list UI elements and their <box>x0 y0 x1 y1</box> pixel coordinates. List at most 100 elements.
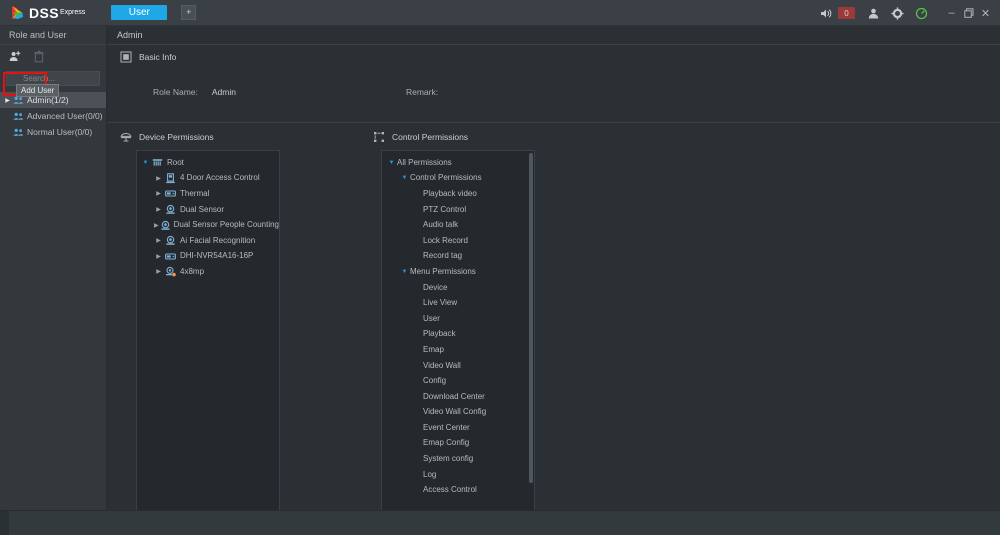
control-tree-node[interactable]: Config <box>382 373 534 389</box>
control-tree: ▼All Permissions▼Control PermissionsPlay… <box>382 151 534 498</box>
expand-caret-icon[interactable]: ▶ <box>153 237 164 244</box>
device-permissions-section-header: Device Permissions <box>107 127 372 147</box>
volume-icon[interactable] <box>816 4 834 22</box>
control-tree-node-label: Event Center <box>423 424 470 432</box>
role-name-label: Role Name: <box>153 87 198 97</box>
control-tree-node-label: All Permissions <box>397 159 452 167</box>
expand-caret-icon[interactable]: ▶ <box>153 222 160 229</box>
control-permissions-panel[interactable]: ▼All Permissions▼Control PermissionsPlay… <box>381 150 535 524</box>
permissions-headers: Device Permissions C <box>107 127 1000 147</box>
restore-button[interactable] <box>960 4 977 22</box>
sidebar-item-normal-user[interactable]: Normal User(0/0) <box>0 124 106 140</box>
control-tree-node[interactable]: Playback video <box>382 186 534 202</box>
expand-caret-icon[interactable]: ▶ <box>3 97 12 104</box>
device-tree-node[interactable]: ▶ Dual Sensor <box>137 202 279 218</box>
sidebar-item-label: Normal User(0/0) <box>27 127 92 137</box>
main-content: Admin Basic Info Role Name: Admin Remark… <box>107 26 1000 510</box>
dome-camera-icon <box>164 235 177 246</box>
expand-caret-icon[interactable]: ▶ <box>153 268 164 275</box>
control-tree-node[interactable]: Emap Config <box>382 436 534 452</box>
role-group-icon <box>12 127 25 138</box>
tab-bar: User + <box>111 5 196 20</box>
title-bar: DSS Express User + 0 <box>0 0 1000 26</box>
control-tree-node[interactable]: Audio talk <box>382 217 534 233</box>
control-tree-node[interactable]: Record tag <box>382 249 534 265</box>
control-tree-node[interactable]: PTZ Control <box>382 202 534 218</box>
control-tree-node-label: Config <box>423 377 446 385</box>
control-tree-node[interactable]: ▼All Permissions <box>382 155 534 171</box>
user-account-icon[interactable] <box>864 4 882 22</box>
expand-caret-icon[interactable]: ▶ <box>153 190 164 197</box>
status-bar-left-spacer <box>0 511 9 535</box>
control-tree-node[interactable]: ▼Menu Permissions <box>382 264 534 280</box>
device-tree-node[interactable]: ▶4x8mp <box>137 264 279 280</box>
device-tree-node[interactable]: ▶Thermal <box>137 186 279 202</box>
control-permissions-scrollbar[interactable] <box>529 153 533 483</box>
collapse-caret-icon[interactable]: ▼ <box>399 175 410 181</box>
dome-camera-icon <box>160 220 171 231</box>
device-tree-node[interactable]: ▶ DHI-NVR54A16-16P <box>137 249 279 265</box>
server-rack-icon <box>151 157 164 168</box>
minimize-button[interactable]: – <box>943 4 960 22</box>
breadcrumb: Admin <box>107 26 1000 45</box>
collapse-caret-icon[interactable]: ▼ <box>386 160 397 166</box>
expand-caret-icon[interactable]: ▶ <box>153 253 164 260</box>
control-tree-node[interactable]: Emap <box>382 342 534 358</box>
settings-gear-icon[interactable] <box>888 4 906 22</box>
device-tree-node-label: Ai Facial Recognition <box>180 237 255 245</box>
add-user-tooltip: Add User <box>16 84 59 97</box>
device-tree-node[interactable]: ▶ Ai Facial Recognition <box>137 233 279 249</box>
thermal-camera-icon <box>164 188 177 199</box>
performance-gauge-icon[interactable] <box>912 4 930 22</box>
status-bar <box>0 510 1000 535</box>
dss-logo-icon <box>10 5 25 20</box>
control-tree-node-label: Access Control <box>423 486 477 494</box>
role-and-user-sidebar: Role and User Add User <box>0 26 107 510</box>
control-tree-node[interactable]: Video Wall <box>382 358 534 374</box>
control-tree-node-label: Live View <box>423 299 457 307</box>
add-user-icon[interactable] <box>8 50 22 64</box>
control-tree-node[interactable]: Lock Record <box>382 233 534 249</box>
device-tree-node[interactable]: ▼ Root <box>137 155 279 171</box>
expand-caret-icon[interactable]: ▶ <box>153 206 164 213</box>
control-tree-node[interactable]: Live View <box>382 295 534 311</box>
control-tree-node[interactable]: Access Control <box>382 482 534 498</box>
device-tree-node[interactable]: ▶Dual Sensor People Counting <box>137 217 279 233</box>
control-tree-node[interactable]: System config <box>382 451 534 467</box>
control-tree-node[interactable]: Device <box>382 280 534 296</box>
device-tree-node-label: DHI-NVR54A16-16P <box>180 252 253 260</box>
window-buttons: – ✕ <box>943 4 994 22</box>
tab-user[interactable]: User <box>111 5 167 20</box>
expand-caret-icon[interactable]: ▶ <box>153 175 164 182</box>
delete-user-icon <box>32 50 46 64</box>
collapse-caret-icon[interactable]: ▼ <box>399 269 410 275</box>
device-permissions-panel[interactable]: ▼Root▶4 Door Access Control▶Thermal▶Dual… <box>136 150 280 524</box>
access-control-icon <box>164 173 177 184</box>
close-button[interactable]: ✕ <box>977 4 994 22</box>
control-tree-node[interactable]: ▼Control Permissions <box>382 171 534 187</box>
control-tree-node-label: Video Wall <box>423 362 461 370</box>
role-group-icon <box>12 111 25 122</box>
sidebar-item-advanced-user[interactable]: Advanced User(0/0) <box>0 108 106 124</box>
device-tree-node-label: Root <box>167 159 184 167</box>
control-tree-node-label: PTZ Control <box>423 206 466 214</box>
dss-express-window: DSS Express User + 0 <box>0 0 1000 535</box>
device-tree-node[interactable]: ▶4 Door Access Control <box>137 171 279 187</box>
alarm-count-badge[interactable]: 0 <box>838 7 855 19</box>
device-tree-node-label: Dual Sensor <box>180 206 224 214</box>
control-tree-node[interactable]: Playback <box>382 327 534 343</box>
control-tree-node-label: Record tag <box>423 252 462 260</box>
remark-label: Remark: <box>406 87 438 97</box>
control-tree-node[interactable]: Event Center <box>382 420 534 436</box>
control-permissions-icon <box>372 131 385 144</box>
control-tree-node[interactable]: Download Center <box>382 389 534 405</box>
control-tree-node-label: Device <box>423 284 447 292</box>
control-tree-node[interactable]: Log <box>382 467 534 483</box>
collapse-caret-icon[interactable]: ▼ <box>140 160 151 166</box>
app-brand: DSS Express <box>10 5 85 21</box>
control-tree-node-label: Emap Config <box>423 439 469 447</box>
control-tree-node[interactable]: User <box>382 311 534 327</box>
add-tab-button[interactable]: + <box>181 5 196 20</box>
control-tree-node-label: Log <box>423 471 436 479</box>
control-tree-node[interactable]: Video Wall Config <box>382 405 534 421</box>
